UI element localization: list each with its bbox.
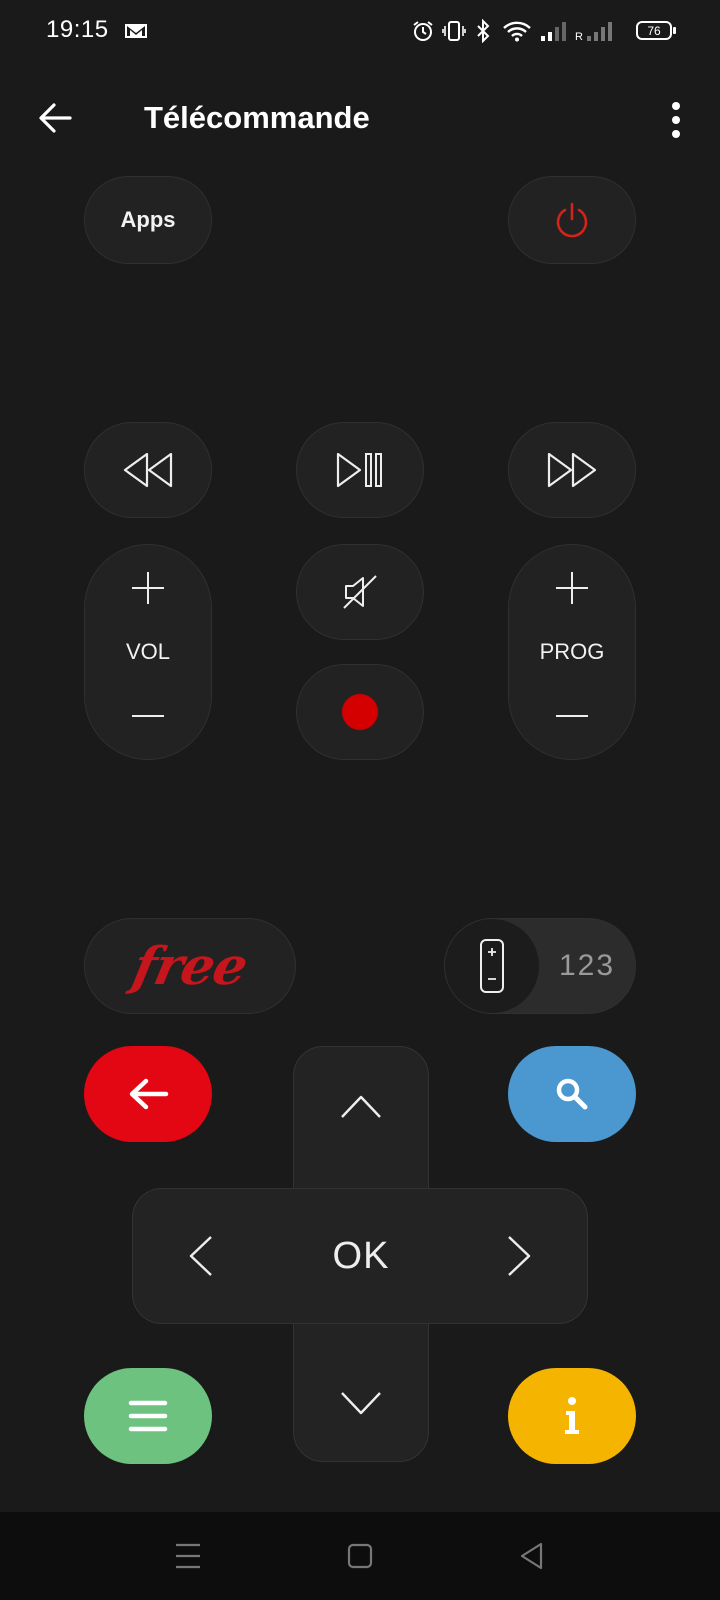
chevron-down-icon (341, 1392, 381, 1415)
vibrate-icon (442, 20, 466, 42)
chevron-right-icon (508, 1236, 531, 1276)
numpad-label: 123 (559, 949, 616, 982)
green-menu-button[interactable] (84, 1368, 212, 1464)
arrow-left-icon (129, 1078, 169, 1110)
gmail-icon (124, 22, 148, 40)
record-icon (342, 694, 378, 730)
plus-icon (556, 572, 588, 604)
mute-button[interactable] (296, 544, 424, 640)
program-up-button[interactable] (553, 569, 591, 607)
minus-icon (556, 715, 588, 717)
dpad-up-button[interactable] (293, 1046, 429, 1166)
volume-down-button[interactable] (129, 697, 167, 735)
yellow-info-button[interactable] (508, 1368, 636, 1464)
program-label: PROG (539, 639, 605, 664)
back-icon (520, 1542, 543, 1570)
search-icon (556, 1078, 588, 1110)
recent-apps-icon (176, 1543, 200, 1569)
free-button[interactable]: free (84, 918, 296, 1014)
remote-numpad-toggle[interactable]: 123 (444, 918, 636, 1014)
plus-icon (132, 572, 164, 604)
fast-forward-icon (547, 452, 597, 488)
program-control: PROG (508, 544, 636, 760)
dpad-down-button[interactable] (293, 1344, 429, 1464)
alarm-icon (412, 20, 434, 42)
remote-icon (480, 939, 504, 993)
blue-search-button[interactable] (508, 1046, 636, 1142)
volume-label: VOL (125, 639, 171, 664)
arrow-left-icon (39, 103, 72, 133)
ok-button[interactable]: OK (300, 1216, 422, 1296)
roaming-signal-icon (586, 20, 614, 42)
fast-forward-button[interactable] (508, 422, 636, 518)
home-icon (347, 1543, 373, 1569)
volume-up-button[interactable] (129, 569, 167, 607)
page-title: Télécommande (144, 100, 370, 135)
play-pause-button[interactable] (296, 422, 424, 518)
apps-label: Apps (120, 207, 176, 232)
rewind-icon (123, 452, 173, 488)
record-button[interactable] (296, 664, 424, 760)
play-pause-icon (336, 452, 382, 488)
menu-icon (128, 1400, 168, 1432)
dpad-right-button[interactable] (480, 1196, 560, 1316)
apps-button[interactable]: Apps (84, 176, 212, 264)
remote-mode-knob (445, 919, 539, 1013)
home-button[interactable] (342, 1538, 378, 1574)
rewind-button[interactable] (84, 422, 212, 518)
system-back-button[interactable] (514, 1538, 550, 1574)
back-button[interactable] (34, 96, 78, 140)
free-logo: free (127, 935, 253, 997)
status-time: 19:15 (46, 16, 109, 43)
dpad-left-button[interactable] (160, 1196, 240, 1316)
signal-icon (540, 20, 568, 42)
more-options-button[interactable] (656, 100, 696, 140)
volume-control: VOL (84, 544, 212, 760)
power-button[interactable] (508, 176, 636, 264)
recent-apps-button[interactable] (168, 1538, 208, 1574)
power-icon (556, 202, 588, 238)
more-vertical-icon (672, 102, 680, 138)
mute-icon (343, 575, 377, 609)
battery-indicator: 76 (636, 21, 676, 40)
roaming-label: R (575, 31, 583, 43)
red-back-button[interactable] (84, 1046, 212, 1142)
program-down-button[interactable] (553, 697, 591, 735)
wifi-icon (502, 20, 532, 42)
info-icon (565, 1397, 579, 1434)
ok-label: OK (332, 1234, 390, 1277)
chevron-left-icon (189, 1236, 212, 1276)
chevron-up-icon (341, 1095, 381, 1118)
bluetooth-icon (474, 19, 492, 43)
minus-icon (132, 715, 164, 717)
